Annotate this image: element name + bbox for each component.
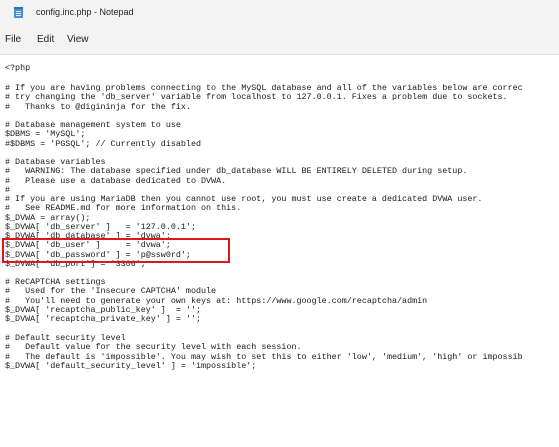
menu-file[interactable]: File — [5, 34, 21, 45]
code-line: # See README.md for more information on … — [5, 203, 242, 214]
text-editor-area[interactable]: <?php # If you are having problems conne… — [0, 55, 559, 447]
code-line: <?php — [5, 63, 31, 73]
menu-view[interactable]: View — [67, 34, 89, 45]
menu-edit[interactable]: Edit — [37, 34, 54, 45]
credentials-highlight-box — [2, 238, 230, 263]
code-line: # Please use a database dedicated to DVW… — [5, 175, 227, 186]
code-line: # Thanks to @digininja for the fix. — [5, 101, 191, 112]
menu-bar: File Edit View — [0, 26, 559, 55]
code-line: $_DVWA[ 'default_security_level' ] = 'im… — [5, 360, 257, 371]
notepad-icon — [14, 7, 23, 18]
window-title: config.inc.php - Notepad — [36, 7, 134, 17]
notepad-window: config.inc.php - Notepad File Edit View … — [0, 0, 559, 447]
code-line: #$DBMS = 'PGSQL'; // Currently disabled — [5, 138, 202, 149]
title-bar[interactable]: config.inc.php - Notepad — [0, 0, 559, 26]
code-line: $DBMS = 'MySQL'; — [5, 129, 86, 140]
code-line: # try changing the 'db_server' variable … — [5, 92, 508, 103]
code-line: $_DVWA[ 'recaptcha_private_key' ] = ''; — [5, 314, 202, 324]
code-line: # WARNING: The database specified under … — [5, 166, 468, 177]
code-line: # Used for the 'Insecure CAPTCHA' module — [5, 286, 217, 297]
code-line: # Default value for the security level w… — [5, 342, 302, 353]
